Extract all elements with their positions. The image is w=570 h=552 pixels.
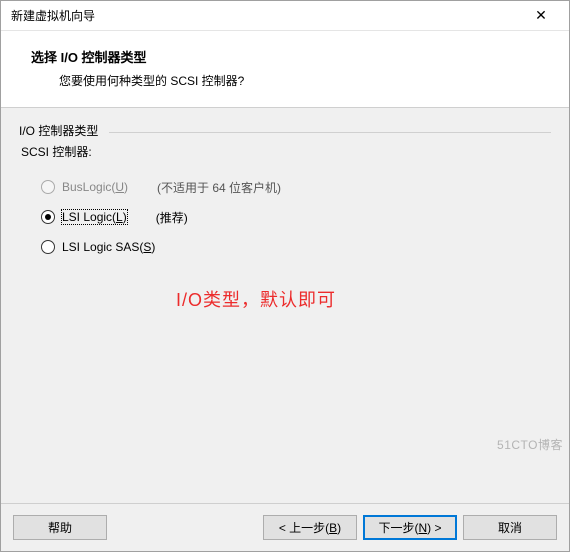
page-subtitle: 您要使用何种类型的 SCSI 控制器?	[31, 72, 549, 89]
option-lsi-logic[interactable]: LSI Logic(L) (推荐)	[41, 202, 551, 232]
group-divider	[109, 132, 551, 133]
annotation-text: I/O类型，默认即可	[176, 286, 336, 312]
option-lsi-logic-hint: (推荐)	[156, 209, 188, 226]
radio-lsi-logic[interactable]	[41, 210, 55, 224]
radio-option-list: BusLogic(U) (不适用于 64 位客户机) LSI Logic(L) …	[19, 172, 551, 262]
option-buslogic: BusLogic(U) (不适用于 64 位客户机)	[41, 172, 551, 202]
close-icon: ✕	[535, 7, 547, 24]
option-buslogic-label: BusLogic(U)	[61, 179, 129, 195]
option-lsi-logic-sas[interactable]: LSI Logic SAS(S)	[41, 232, 551, 262]
wizard-content: I/O 控制器类型 SCSI 控制器: BusLogic(U) (不适用于 64…	[1, 108, 569, 503]
scsi-controller-label: SCSI 控制器:	[21, 143, 551, 160]
option-lsi-logic-sas-label[interactable]: LSI Logic SAS(S)	[61, 239, 156, 255]
titlebar: 新建虚拟机向导 ✕	[1, 1, 569, 31]
watermark: 51CTO博客	[497, 436, 563, 453]
radio-dot-icon	[45, 214, 51, 220]
wizard-header: 选择 I/O 控制器类型 您要使用何种类型的 SCSI 控制器?	[1, 31, 569, 108]
option-buslogic-hint: (不适用于 64 位客户机)	[157, 179, 281, 196]
window-title: 新建虚拟机向导	[11, 7, 521, 24]
close-button[interactable]: ✕	[521, 2, 561, 30]
next-button[interactable]: 下一步(N) >	[363, 515, 457, 540]
radio-buslogic	[41, 180, 55, 194]
back-button[interactable]: < 上一步(B)	[263, 515, 357, 540]
io-controller-group: I/O 控制器类型 SCSI 控制器: BusLogic(U) (不适用于 64…	[19, 122, 551, 262]
wizard-footer: 帮助 < 上一步(B) 下一步(N) > 取消	[1, 503, 569, 551]
help-button[interactable]: 帮助	[13, 515, 107, 540]
cancel-button[interactable]: 取消	[463, 515, 557, 540]
page-title: 选择 I/O 控制器类型	[31, 47, 549, 66]
option-lsi-logic-label[interactable]: LSI Logic(L)	[61, 209, 128, 225]
new-vm-wizard-dialog: 新建虚拟机向导 ✕ 选择 I/O 控制器类型 您要使用何种类型的 SCSI 控制…	[0, 0, 570, 552]
radio-lsi-logic-sas[interactable]	[41, 240, 55, 254]
